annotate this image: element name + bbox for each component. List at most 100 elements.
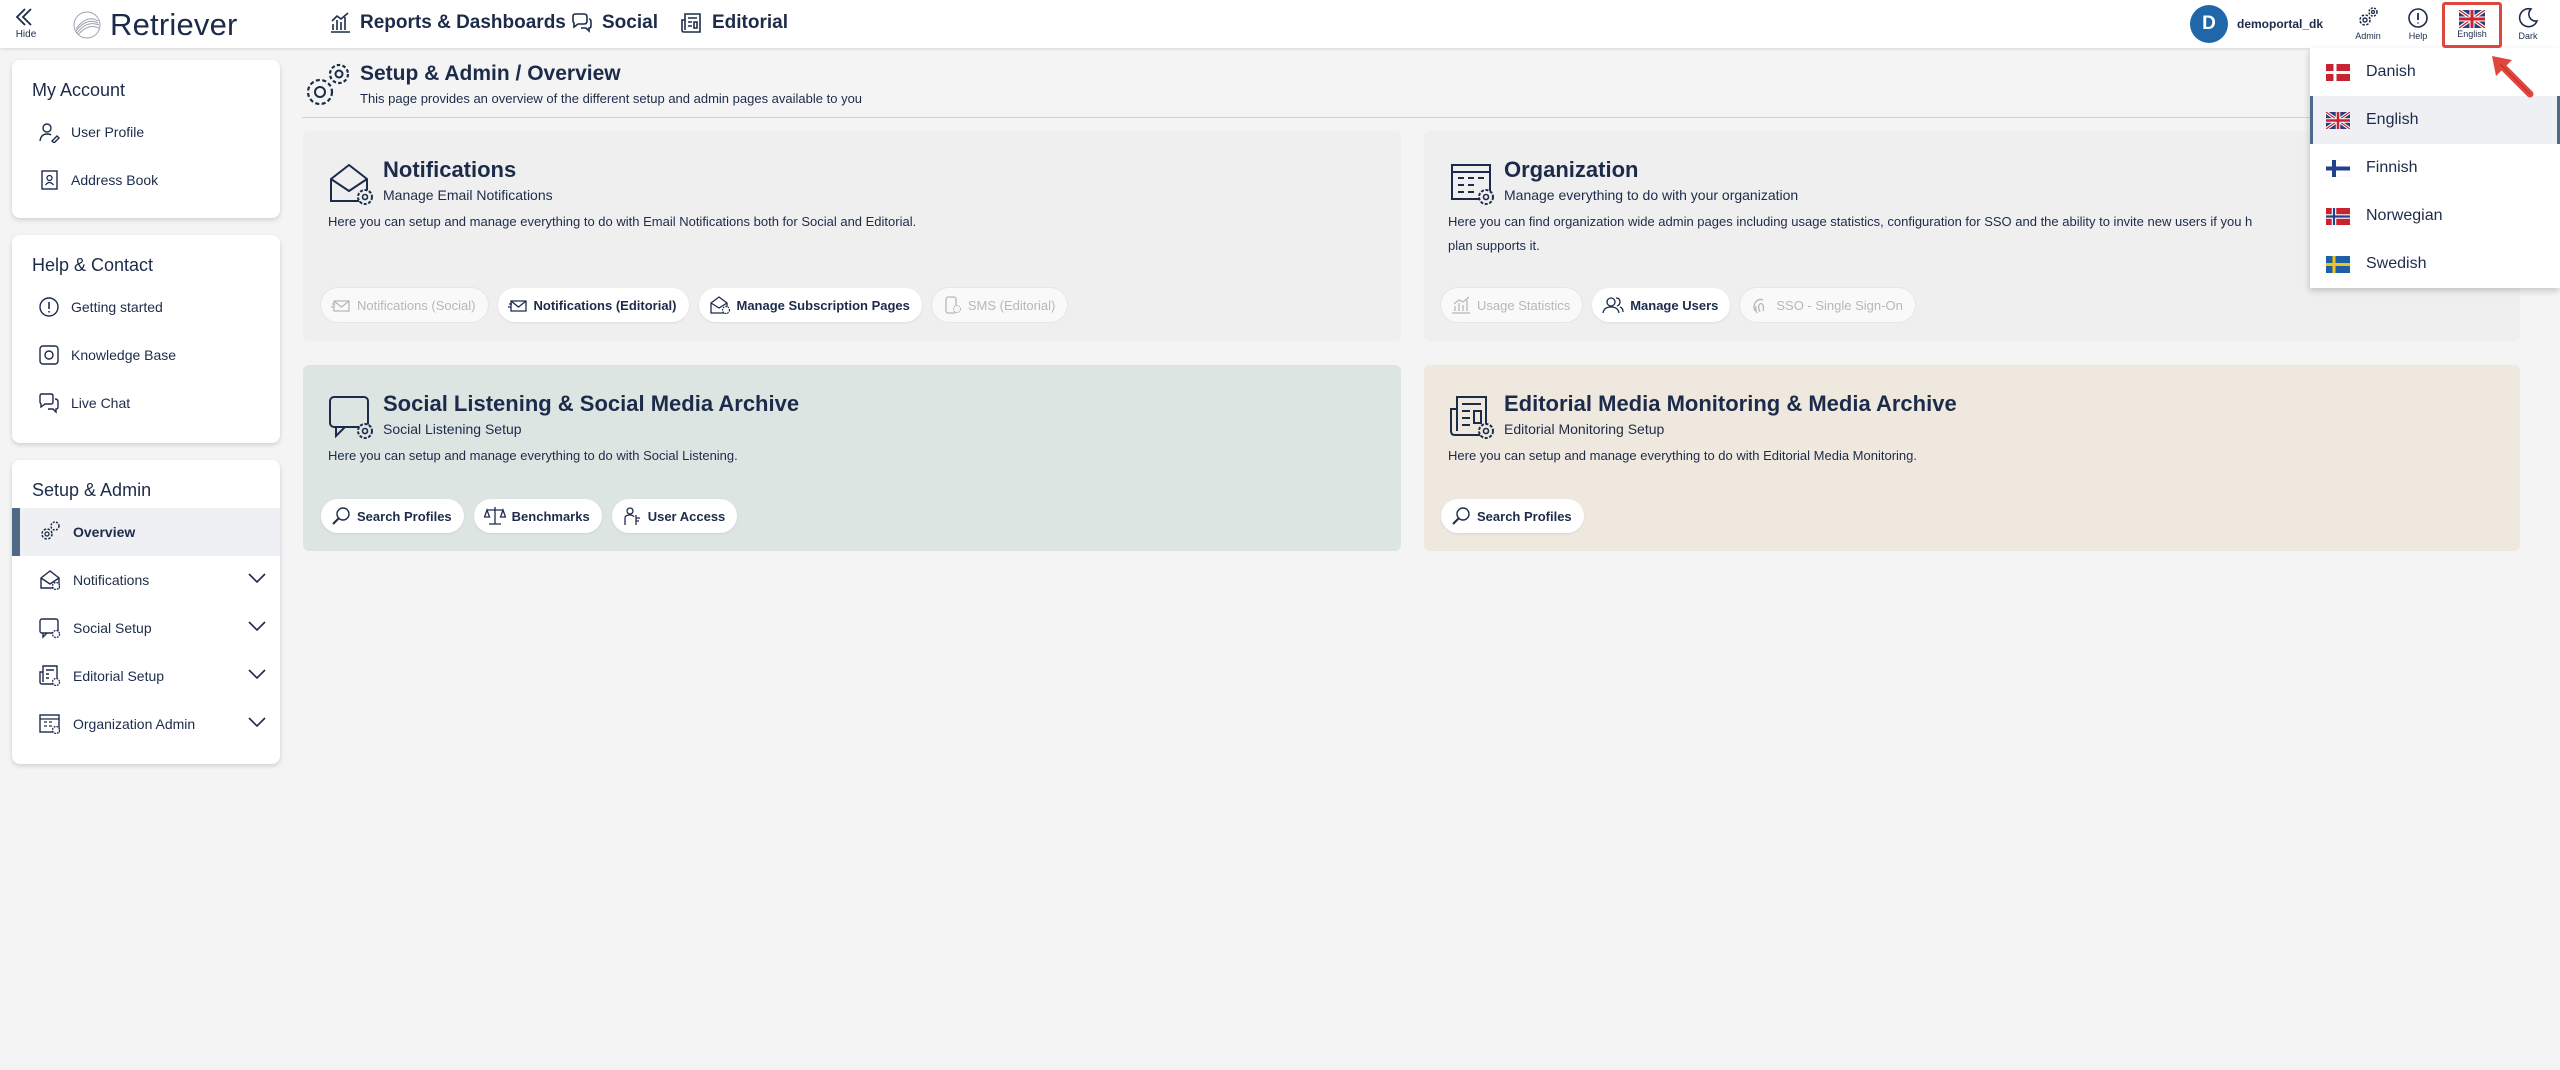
subscription-icon bbox=[709, 296, 730, 315]
sidebar-item-user-profile[interactable]: User Profile bbox=[12, 108, 280, 156]
gears-icon bbox=[306, 63, 350, 106]
chip-label: User Access bbox=[647, 508, 726, 524]
page-header: Setup & Admin / Overview This page provi… bbox=[302, 60, 2520, 118]
user-access-link[interactable]: User Access bbox=[611, 499, 738, 533]
admin-label: Admin bbox=[2355, 31, 2381, 41]
chip-label: Manage Subscription Pages bbox=[736, 297, 910, 313]
setup-admin-title: Setup & Admin bbox=[32, 480, 152, 500]
language-option-swedish[interactable]: Swedish bbox=[2310, 240, 2560, 288]
language-option-label: English bbox=[2366, 111, 2419, 128]
hide-sidebar-button[interactable]: Hide bbox=[12, 6, 40, 40]
sidebar-item-overview[interactable]: Overview bbox=[12, 508, 280, 556]
danish-flag-icon bbox=[2326, 63, 2350, 81]
sidebar-item-label: Editorial Setup bbox=[73, 668, 165, 684]
benchmarks-link[interactable]: Benchmarks bbox=[473, 499, 602, 533]
manage-users-link[interactable]: Manage Users bbox=[1592, 288, 1731, 322]
users-icon bbox=[1602, 297, 1624, 314]
finnish-flag-icon bbox=[2326, 159, 2350, 177]
scale-icon bbox=[483, 507, 506, 525]
top-bar: Hide Retriever Reports & Dashboards Soci… bbox=[0, 0, 2560, 48]
live-chat-icon bbox=[39, 393, 59, 414]
card-description: Here you can setup and manage everything… bbox=[1448, 448, 1917, 463]
my-account-panel: My Account User Profile Address Book bbox=[12, 60, 280, 218]
card-subtitle: Editorial Monitoring Setup bbox=[1504, 421, 1665, 437]
card-subtitle: Social Listening Setup bbox=[383, 421, 522, 437]
sidebar-item-label: Address Book bbox=[71, 172, 159, 188]
card-links: Usage Statistics Manage Users SSO - Sing… bbox=[1441, 288, 1925, 322]
editorial-monitoring-icon bbox=[1450, 396, 1494, 439]
setup-admin-panel: Setup & Admin Overview Notifications Soc… bbox=[12, 460, 280, 764]
sidebar-item-knowledge-base[interactable]: Knowledge Base bbox=[12, 331, 280, 379]
chip-label: Search Profiles bbox=[1477, 508, 1572, 524]
language-option-finnish[interactable]: Finnish bbox=[2310, 144, 2560, 192]
nav-label: Editorial bbox=[712, 12, 789, 33]
sidebar-item-label: Social Setup bbox=[73, 620, 152, 636]
chevron-down-icon[interactable] bbox=[248, 620, 266, 632]
language-option-norwegian[interactable]: Norwegian bbox=[2310, 192, 2560, 240]
sidebar-item-label: User Profile bbox=[71, 124, 145, 140]
chevron-down-icon[interactable] bbox=[248, 668, 266, 680]
my-account-title: My Account bbox=[32, 80, 126, 100]
avatar: D bbox=[2190, 5, 2228, 43]
notifications-card: Notifications Manage Email Notifications… bbox=[303, 131, 1401, 341]
chip-label: SMS (Editorial) bbox=[967, 297, 1056, 313]
organization-icon bbox=[39, 714, 61, 735]
notifications-social-link: Notifications (Social) bbox=[321, 288, 488, 322]
chip-label: SSO - Single Sign-On bbox=[1776, 297, 1903, 313]
gears-icon bbox=[41, 521, 60, 540]
card-description: Here you can setup and manage everything… bbox=[328, 214, 917, 229]
chevron-down-icon[interactable] bbox=[248, 572, 266, 584]
page-subtitle: This page provides an overview of the di… bbox=[360, 91, 863, 106]
sidebar-item-live-chat[interactable]: Live Chat bbox=[12, 379, 280, 427]
language-button[interactable]: English bbox=[2442, 2, 2502, 48]
sidebar-item-editorial-setup[interactable]: Editorial Setup bbox=[12, 652, 280, 700]
retriever-logo[interactable]: Retriever bbox=[72, 7, 238, 43]
sidebar-item-label: Knowledge Base bbox=[71, 347, 177, 363]
email-settings-icon bbox=[330, 163, 373, 205]
help-contact-title: Help & Contact bbox=[32, 255, 154, 275]
notifications-editorial-link[interactable]: Notifications (Editorial) bbox=[497, 288, 689, 322]
fingerprint-icon bbox=[1753, 298, 1765, 314]
manage-subscription-pages-link[interactable]: Manage Subscription Pages bbox=[698, 288, 922, 322]
sidebar-item-social-setup[interactable]: Social Setup bbox=[12, 604, 280, 652]
sidebar-item-address-book[interactable]: Address Book bbox=[12, 156, 280, 204]
language-label: English bbox=[2457, 29, 2487, 39]
card-subtitle: Manage everything to do with your organi… bbox=[1504, 187, 1799, 203]
sidebar-item-organization-admin[interactable]: Organization Admin bbox=[12, 700, 280, 748]
language-option-english[interactable]: English bbox=[2310, 96, 2560, 144]
nav-reports-dashboards[interactable]: Reports & Dashboards bbox=[328, 11, 566, 35]
usage-statistics-link: Usage Statistics bbox=[1441, 288, 1583, 322]
description-line: Here you can find organization wide admi… bbox=[1448, 214, 2253, 229]
moon-icon bbox=[2518, 7, 2539, 28]
user-menu[interactable]: D demoportal_dk bbox=[2190, 5, 2323, 43]
address-book-icon bbox=[41, 170, 58, 190]
uk-flag-icon bbox=[2459, 10, 2485, 28]
envelope-icon bbox=[331, 300, 350, 312]
usage-chart-icon bbox=[1452, 296, 1470, 314]
admin-button[interactable]: Admin bbox=[2348, 6, 2388, 41]
help-button[interactable]: Help bbox=[2398, 6, 2438, 41]
language-option-label: Norwegian bbox=[2366, 207, 2443, 224]
dark-mode-button[interactable]: Dark bbox=[2508, 6, 2548, 41]
editorial-search-profiles-link[interactable]: Search Profiles bbox=[1441, 499, 1584, 533]
nav-editorial[interactable]: Editorial bbox=[680, 11, 788, 35]
card-description: Here you can find organization wide admi… bbox=[1448, 210, 2252, 258]
nav-social[interactable]: Social bbox=[570, 11, 658, 35]
bar-chart-icon bbox=[331, 12, 350, 33]
chevron-down-icon[interactable] bbox=[248, 716, 266, 728]
help-label: Help bbox=[2408, 31, 2428, 41]
chip-label: Manage Users bbox=[1630, 297, 1719, 313]
card-title: Organization bbox=[1504, 157, 1639, 182]
sso-link: SSO - Single Sign-On bbox=[1740, 288, 1915, 322]
description-line: plan supports it. bbox=[1448, 238, 1540, 253]
language-option-label: Finnish bbox=[2366, 159, 2418, 176]
sidebar-item-label: Notifications bbox=[73, 572, 150, 588]
language-option-label: Swedish bbox=[2366, 255, 2427, 272]
social-search-profiles-link[interactable]: Search Profiles bbox=[321, 499, 464, 533]
sidebar-item-getting-started[interactable]: Getting started bbox=[12, 283, 280, 331]
knowledge-base-icon bbox=[39, 345, 59, 365]
username: demoportal_dk bbox=[2237, 17, 2324, 31]
retriever-logo-icon bbox=[73, 11, 101, 39]
sidebar-item-notifications[interactable]: Notifications bbox=[12, 556, 280, 604]
envelope-icon bbox=[507, 300, 527, 312]
